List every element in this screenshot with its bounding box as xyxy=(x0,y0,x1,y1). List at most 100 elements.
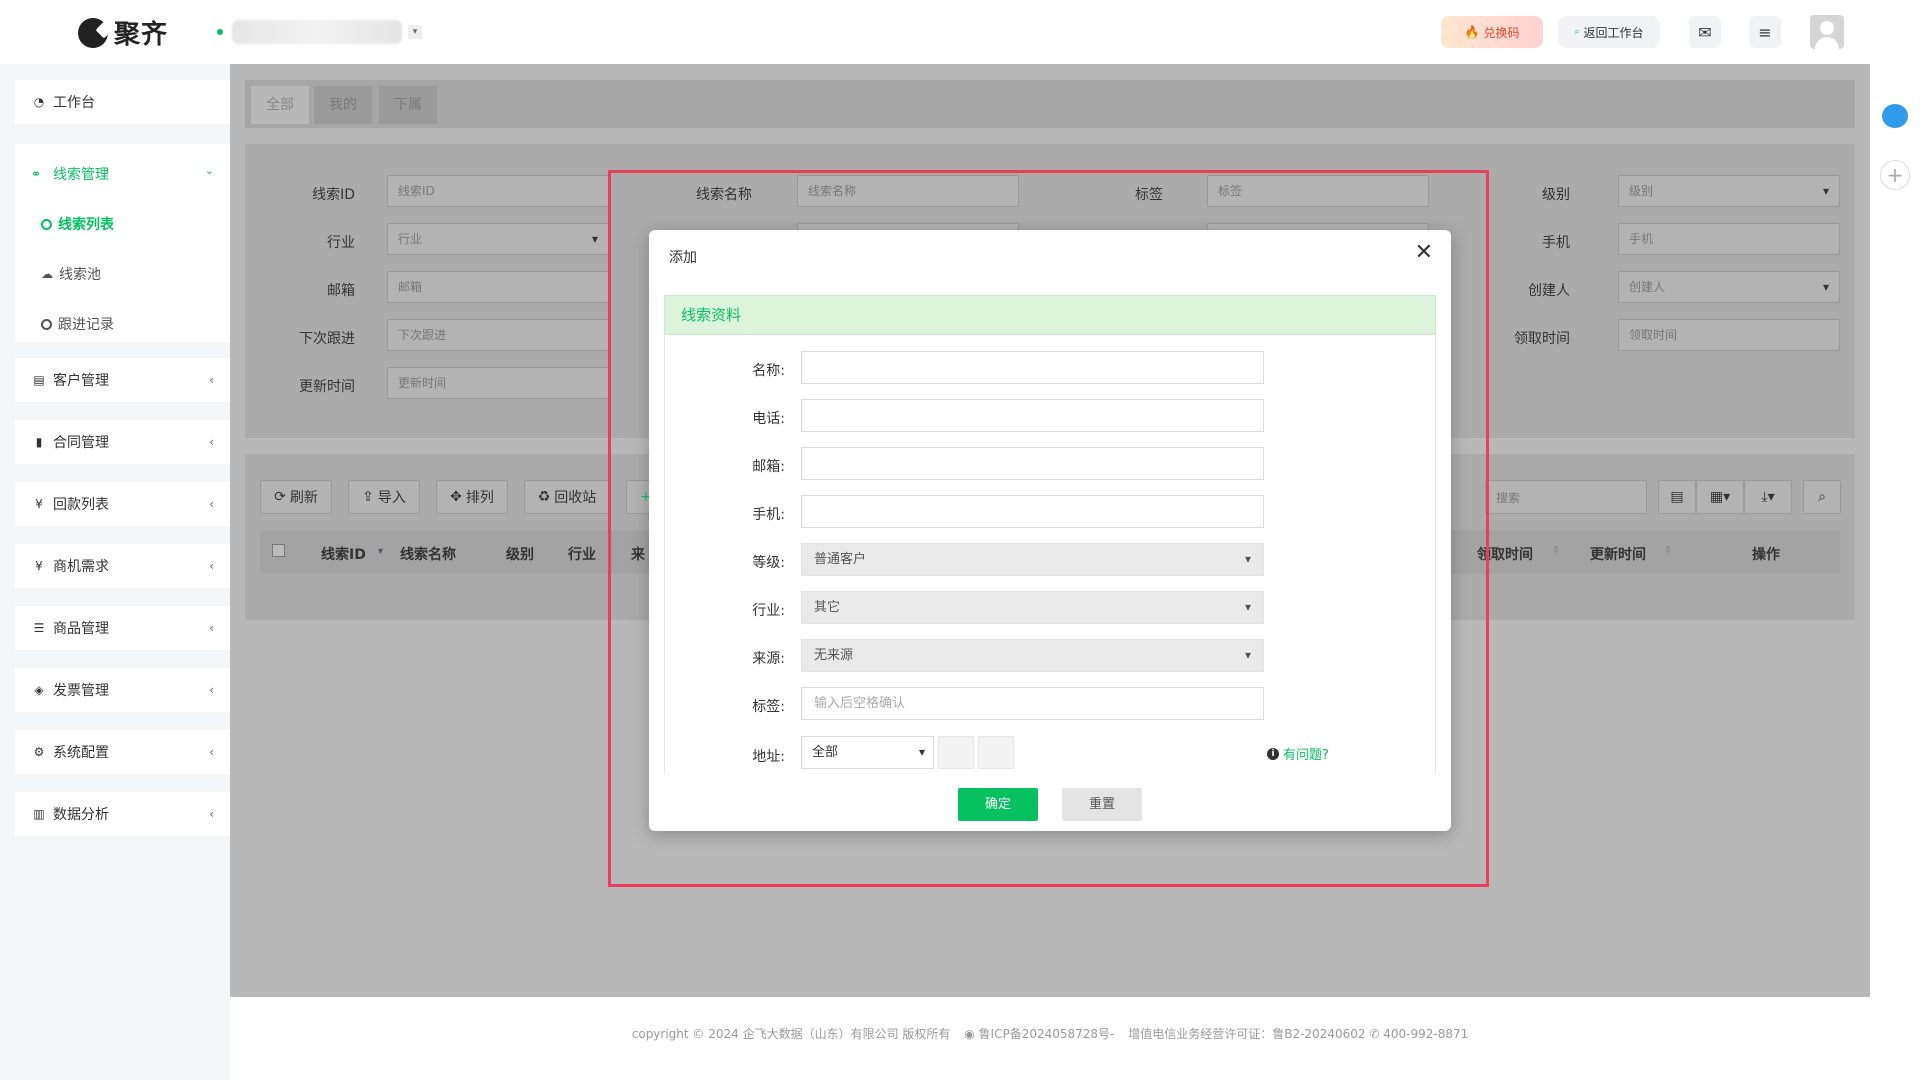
sort-desc-icon[interactable]: ▾ xyxy=(378,546,383,557)
tel-input[interactable] xyxy=(801,399,1264,432)
th-update-time[interactable]: 更新时间 xyxy=(1590,544,1646,564)
tab-mine[interactable]: 我的 xyxy=(314,86,372,124)
search-small-icon: ⌕ xyxy=(1574,27,1580,37)
sort-button[interactable]: ✥ 排列 xyxy=(436,480,508,514)
menu-icon[interactable]: ≡ xyxy=(1749,16,1781,48)
filter-email-input[interactable]: 邮箱 xyxy=(387,271,609,303)
chevron-left-icon: ‹ xyxy=(209,373,214,387)
icp-link[interactable]: 鲁ICP备2024058728号- xyxy=(979,1027,1115,1041)
refresh-button[interactable]: ⟳ 刷新 xyxy=(260,480,332,514)
sidebar-item-label: 线索列表 xyxy=(58,217,114,233)
filter-lead-id-input[interactable]: 线索ID xyxy=(387,175,609,207)
upload-icon: ⇪ xyxy=(362,489,374,505)
back-to-workbench-button[interactable]: ⌕ 返回工作台 xyxy=(1558,16,1660,48)
sidebar-item-lead-list[interactable]: 线索列表 xyxy=(41,214,114,234)
export-icon[interactable]: ⤓▾ xyxy=(1744,480,1792,514)
tag-input[interactable]: 输入后空格确认 xyxy=(801,687,1264,720)
app-logo[interactable]: 聚齐 xyxy=(78,14,168,51)
th-industry[interactable]: 行业 xyxy=(568,544,596,564)
th-level[interactable]: 级别 xyxy=(506,544,534,564)
label-tel: 电话: xyxy=(752,411,785,427)
filter-creator-select[interactable]: 创建人 xyxy=(1618,271,1840,303)
redeem-label: 兑换码 xyxy=(1483,25,1520,40)
column-view-icon[interactable]: ▤ xyxy=(1658,480,1696,514)
sidebar-item-system-config[interactable]: ⚙ 系统配置 ‹ xyxy=(15,730,230,774)
sidebar-item-label: 合同管理 xyxy=(53,435,109,451)
reset-button[interactable]: 重置 xyxy=(1062,788,1142,821)
industry-select[interactable]: 其它 xyxy=(801,591,1264,624)
district-select[interactable] xyxy=(978,736,1014,769)
chevron-left-icon: ‹ xyxy=(209,807,214,821)
chevron-left-icon: ‹ xyxy=(209,745,214,759)
help-link[interactable]: i 有问题? xyxy=(1267,744,1329,763)
sidebar-item-label: 数据分析 xyxy=(53,807,109,823)
sidebar-item-customers[interactable]: ▤ 客户管理 ‹ xyxy=(15,358,230,402)
confirm-button[interactable]: 确定 xyxy=(958,788,1038,821)
grid-view-icon[interactable]: ▦▾ xyxy=(1696,480,1744,514)
sort-icon[interactable]: ⇕ xyxy=(1552,545,1560,556)
chat-icon[interactable] xyxy=(1882,104,1908,128)
recycle-bin-button[interactable]: ♻ 回收站 xyxy=(524,480,610,514)
filter-level-select[interactable]: 级别 xyxy=(1618,175,1840,207)
filter-update-time-input[interactable]: 更新时间 xyxy=(387,367,609,399)
chevron-down-icon[interactable]: ⌄ xyxy=(205,164,214,177)
help-label: 有问题? xyxy=(1283,748,1329,763)
gears-icon: ⚙ xyxy=(33,745,45,759)
filter-industry-select[interactable]: 行业 xyxy=(387,223,609,255)
sidebar-item-products[interactable]: ☰ 商品管理 ‹ xyxy=(15,606,230,650)
sidebar-item-label: 线索池 xyxy=(59,267,101,283)
th-lead-id[interactable]: 线索ID xyxy=(321,544,366,564)
close-icon[interactable]: ✕ xyxy=(1415,240,1433,265)
select-all-checkbox[interactable] xyxy=(272,544,285,557)
tab-bar: 全部 我的 下属 xyxy=(245,80,1855,128)
mail-icon[interactable]: ✉ xyxy=(1689,16,1721,48)
tab-subordinates[interactable]: 下属 xyxy=(379,86,437,124)
sort-icon[interactable]: ⇕ xyxy=(1664,545,1672,556)
sidebar-item-lead-pool[interactable]: ☁ 线索池 xyxy=(41,264,101,284)
redeem-code-button[interactable]: 🔥 兑换码 xyxy=(1441,16,1543,48)
sidebar-item-lead-management[interactable]: ⚭ 线索管理 xyxy=(31,164,109,184)
right-rail: + xyxy=(1870,64,1920,1080)
sidebar-item-contracts[interactable]: ▮ 合同管理 ‹ xyxy=(15,420,230,464)
filter-label-industry: 行业 xyxy=(327,235,355,251)
sidebar: ◔ 工作台 ⚭ 线索管理 ⌄ 线索列表 ☁ 线索池 跟进记录 ▤ 客户管理 ‹ … xyxy=(0,64,230,1080)
filter-claim-time-input[interactable]: 领取时间 xyxy=(1618,319,1840,351)
org-switch-caret-icon[interactable]: ▾ xyxy=(408,25,422,39)
filter-label-lead-id: 线索ID xyxy=(312,187,355,203)
source-select[interactable]: 无来源 xyxy=(801,639,1264,672)
sidebar-item-label: 发票管理 xyxy=(53,683,109,699)
grade-select[interactable]: 普通客户 xyxy=(801,543,1264,576)
fire-icon: 🔥 xyxy=(1464,25,1480,39)
sidebar-item-label: 回款列表 xyxy=(53,497,109,513)
search-icon[interactable]: ⌕ xyxy=(1803,480,1841,514)
workbench-label: 返回工作台 xyxy=(1583,25,1644,40)
tab-all[interactable]: 全部 xyxy=(251,86,309,124)
sidebar-item-opportunities[interactable]: ¥ 商机需求 ‹ xyxy=(15,544,230,588)
status-dot xyxy=(217,29,223,35)
name-input[interactable] xyxy=(801,351,1264,384)
sidebar-item-follow-records[interactable]: 跟进记录 xyxy=(41,314,114,334)
sidebar-item-invoices[interactable]: ◈ 发票管理 ‹ xyxy=(15,668,230,712)
phone-icon: ✆ xyxy=(1369,1027,1380,1041)
sidebar-item-workbench[interactable]: ◔ 工作台 xyxy=(15,80,230,124)
sidebar-item-payments[interactable]: ¥ 回款列表 ‹ xyxy=(15,482,230,526)
plus-icon[interactable]: + xyxy=(1880,160,1910,190)
avatar[interactable] xyxy=(1810,15,1844,49)
chevron-left-icon: ‹ xyxy=(209,621,214,635)
province-select[interactable]: 全部 xyxy=(801,736,934,769)
sidebar-item-analytics[interactable]: ▥ 数据分析 ‹ xyxy=(15,792,230,836)
bookmark-icon: ▮ xyxy=(35,435,43,449)
search-input[interactable]: 搜索 xyxy=(1485,480,1647,514)
mobile-input[interactable] xyxy=(801,495,1264,528)
filter-phone-input[interactable]: 手机 xyxy=(1618,223,1840,255)
label-industry: 行业: xyxy=(752,603,785,619)
id-card-icon: ▤ xyxy=(33,373,45,387)
filter-next-follow-input[interactable]: 下次跟进 xyxy=(387,319,609,351)
email-input[interactable] xyxy=(801,447,1264,480)
top-header: 聚齐 ▾ 🔥 兑换码 ⌕ 返回工作台 ✉ ≡ xyxy=(0,0,1920,64)
import-button[interactable]: ⇪ 导入 xyxy=(348,480,420,514)
city-select[interactable] xyxy=(938,736,974,769)
org-name-blurred[interactable] xyxy=(232,20,402,44)
th-lead-name[interactable]: 线索名称 xyxy=(400,544,456,564)
recycle-label: 回收站 xyxy=(554,490,597,506)
